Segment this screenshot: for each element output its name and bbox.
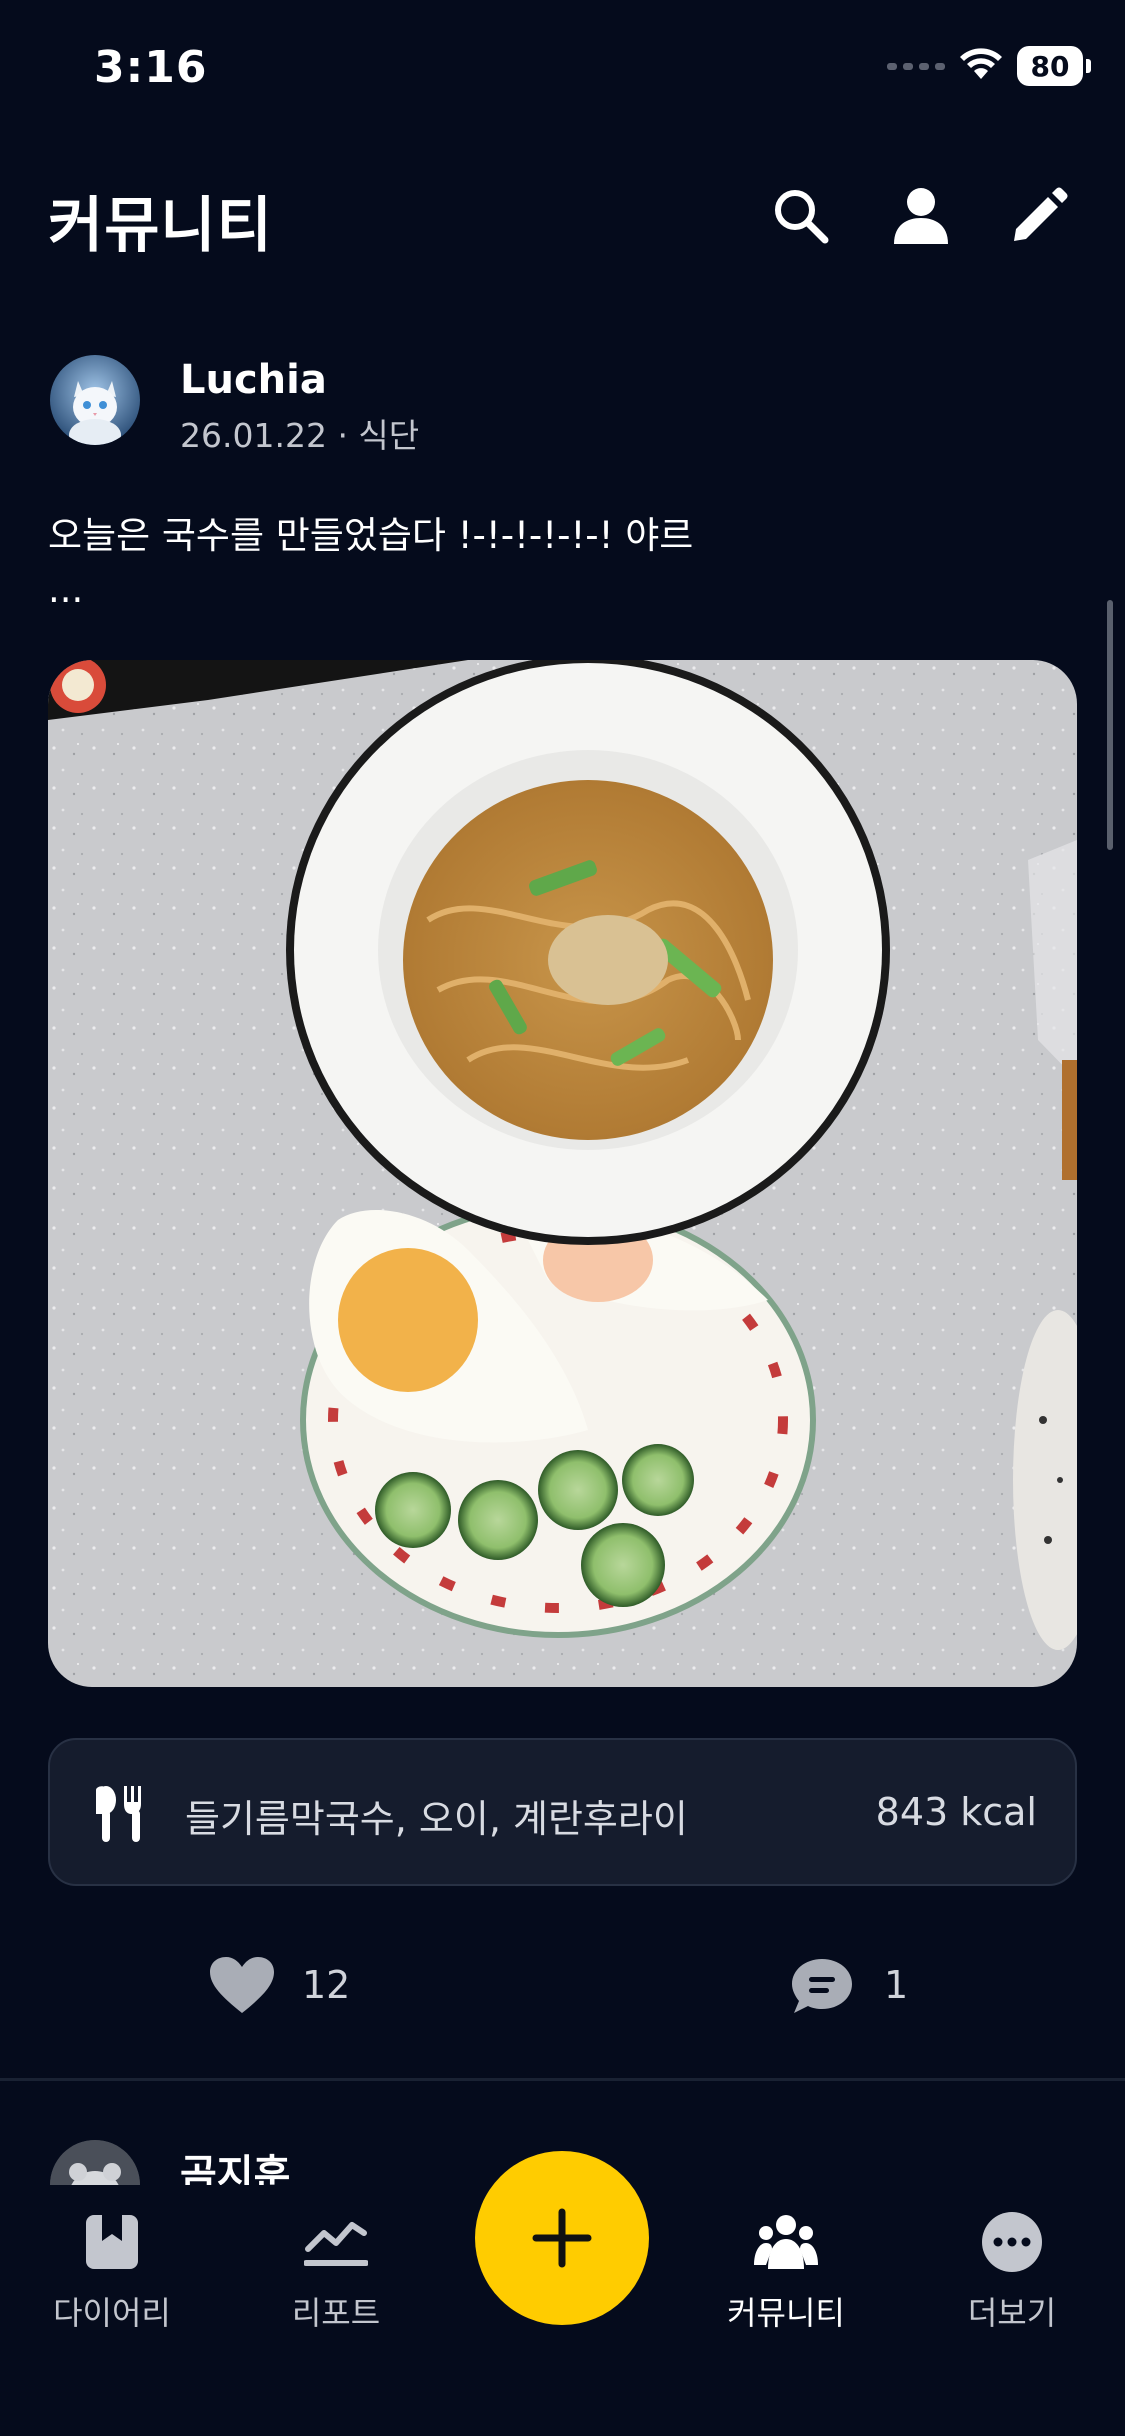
meal-info-card[interactable]: 들기름막국수, 오이, 계란후라이 843 kcal [48,1738,1077,1886]
author-name[interactable]: 곰지훈 [180,2142,290,2185]
wifi-icon [959,47,1003,85]
author-name[interactable]: Luchia [180,357,327,403]
meal-calories: 843 kcal [875,1790,1037,1834]
more-icon [980,2210,1044,2274]
status-time: 3:16 [94,42,208,93]
tab-report[interactable]: 리포트 [246,2210,426,2340]
post-actions: 12 1 [0,1940,1125,2030]
fork-knife-icon [96,1786,141,1842]
avatar[interactable] [50,2140,140,2185]
tab-label: 다이어리 [53,2294,171,2332]
tab-community[interactable]: 커뮤니티 [696,2210,876,2340]
app-header: 커뮤니티 [0,165,1125,265]
community-screen: 3:16 80 커뮤니티 Luchia 26.01.22 · 식단 오늘은 국수… [0,0,1125,2436]
post-header[interactable]: Luchia 26.01.22 · 식단 [50,355,1050,455]
add-entry-button[interactable] [475,2151,649,2325]
post-photo[interactable] [48,660,1077,1687]
post-text: 오늘은 국수를 만들었습다 !-!-!-!-!-! 야르 [48,514,694,557]
like-button[interactable]: 12 [208,1940,350,2030]
heart-icon [210,1957,274,2013]
comment-count: 1 [884,1963,909,2007]
profile-button[interactable] [886,181,956,251]
community-icon [754,2210,818,2274]
person-icon [894,188,948,244]
battery-icon: 80 [1017,46,1091,86]
status-bar: 3:16 80 [0,0,1125,140]
post-meta: 26.01.22 · 식단 [180,416,420,455]
bottom-tab-bar: 다이어리 리포트 커뮤니티 더보기 [0,2151,1125,2436]
search-icon [775,190,829,244]
pencil-icon [1014,187,1068,241]
more-text-toggle[interactable]: ... [48,568,83,611]
diary-icon [80,2210,144,2274]
tab-label: 더보기 [967,2294,1057,2332]
tab-label: 커뮤니티 [727,2294,845,2332]
search-button[interactable] [766,181,836,251]
scrollbar[interactable] [1107,600,1113,850]
tab-label: 리포트 [291,2294,381,2332]
status-indicators: 80 [887,46,1091,86]
report-icon [304,2210,368,2274]
page-title: 커뮤니티 [48,191,273,261]
post-divider [0,2078,1125,2081]
cellular-signal-icon [887,62,945,70]
like-count: 12 [302,1963,351,2007]
comment-icon [792,1959,852,2013]
tab-more[interactable]: 더보기 [922,2210,1102,2340]
community-feed[interactable]: Luchia 26.01.22 · 식단 오늘은 국수를 만들었습다 !-!-!… [0,300,1125,2185]
avatar[interactable] [50,355,140,445]
tab-diary[interactable]: 다이어리 [22,2210,202,2340]
battery-level: 80 [1030,49,1070,83]
write-post-button[interactable] [1004,181,1074,251]
meal-foods: 들기름막국수, 오이, 계란후라이 [185,1797,688,1841]
plus-icon [532,2208,592,2268]
comment-button[interactable]: 1 [790,1940,908,2030]
